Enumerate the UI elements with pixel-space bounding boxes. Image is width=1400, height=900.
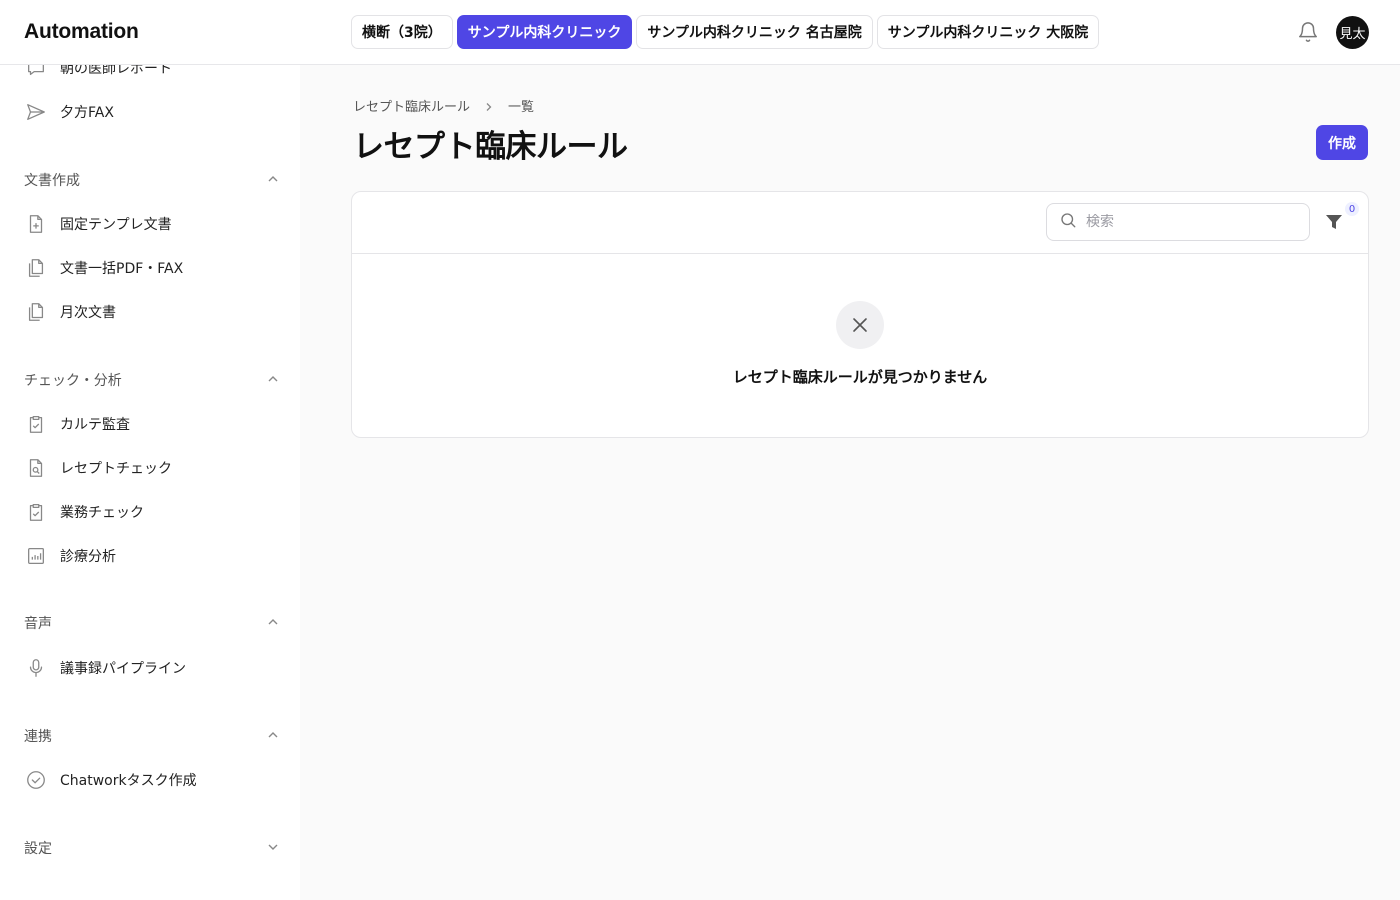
section-document-creation[interactable]: 文書作成: [24, 168, 280, 192]
clipboard-check-icon: [24, 500, 48, 524]
breadcrumb-current: 一覧: [508, 100, 535, 115]
tab-sample-clinic[interactable]: サンプル内科クリニック: [456, 15, 633, 49]
sidebar-item-label: 夕方FAX: [60, 105, 114, 121]
file-plus-icon: [24, 212, 48, 236]
search-input[interactable]: [1086, 214, 1286, 230]
empty-state-message: レセプト臨床ルールが見つかりません: [732, 368, 988, 386]
sidebar-item-evening-fax[interactable]: 夕方FAX: [24, 97, 284, 127]
breadcrumb: レセプト臨床ルール 一覧: [353, 96, 534, 115]
sidebar-item-label: カルテ監査: [60, 417, 130, 433]
chevron-up-icon: [266, 614, 280, 633]
sidebar-item-monthly-doc[interactable]: 月次文書: [24, 297, 284, 327]
chevron-down-icon: [266, 839, 280, 858]
section-label: 連携: [24, 729, 52, 745]
files-icon: [24, 256, 48, 280]
section-label: 文書作成: [24, 173, 80, 189]
section-integration[interactable]: 連携: [24, 724, 280, 748]
section-settings[interactable]: 設定: [24, 836, 280, 860]
sidebar-item-minutes-pipeline[interactable]: 議事録パイプライン: [24, 653, 284, 683]
sidebar-item-chart-audit[interactable]: カルテ監査: [24, 409, 284, 439]
sidebar-item-label: 業務チェック: [60, 505, 144, 521]
tab-cross-clinic[interactable]: 横断（3院）: [351, 15, 453, 49]
chevron-right-icon: [484, 101, 494, 111]
sidebar-item-label: 診療分析: [60, 549, 116, 565]
brand-logo[interactable]: Automation: [24, 20, 139, 44]
chevron-up-icon: [266, 171, 280, 190]
sidebar-item-work-check[interactable]: 業務チェック: [24, 497, 284, 527]
bell-icon[interactable]: [1297, 21, 1319, 43]
sidebar-item-morning-report[interactable]: 朝の医師レポート: [24, 65, 284, 83]
microphone-icon: [24, 656, 48, 680]
section-label: 音声: [24, 616, 52, 632]
section-label: 設定: [24, 841, 52, 857]
section-label: チェック・分析: [24, 373, 122, 389]
sidebar: 朝の医師レポート 夕方FAX 文書作成 固定テンプレ文書 文書一括PDF・FAX…: [0, 65, 300, 900]
file-search-icon: [24, 456, 48, 480]
filter-count-badge: 0: [1345, 202, 1359, 216]
sidebar-item-label: 文書一括PDF・FAX: [60, 261, 184, 277]
rules-list-card: 0 レセプト臨床ルールが見つかりません: [351, 191, 1369, 438]
sidebar-item-label: 議事録パイプライン: [60, 661, 186, 677]
section-check-analysis[interactable]: チェック・分析: [24, 368, 280, 392]
list-toolbar: 0: [352, 192, 1368, 254]
breadcrumb-link[interactable]: レセプト臨床ルール: [353, 96, 470, 115]
chat-bubble-icon: [24, 65, 48, 80]
check-circle-icon: [24, 768, 48, 792]
chevron-up-icon: [266, 371, 280, 390]
tab-osaka-clinic[interactable]: サンプル内科クリニック 大阪院: [876, 15, 1100, 49]
sidebar-item-label: レセプトチェック: [60, 461, 172, 477]
sidebar-item-chatwork-task[interactable]: Chatworkタスク作成: [24, 765, 284, 795]
sidebar-item-fixed-template[interactable]: 固定テンプレ文書: [24, 209, 284, 239]
clinic-tabs: 横断（3院） サンプル内科クリニック サンプル内科クリニック 名古屋院 サンプル…: [351, 15, 1100, 49]
bar-chart-icon: [24, 544, 48, 568]
create-button[interactable]: 作成: [1316, 125, 1368, 160]
sidebar-item-receipt-check[interactable]: レセプトチェック: [24, 453, 284, 483]
sidebar-item-medical-analysis[interactable]: 診療分析: [24, 541, 284, 571]
files-icon: [24, 300, 48, 324]
sidebar-item-label: 固定テンプレ文書: [60, 217, 172, 233]
top-header: Automation 横断（3院） サンプル内科クリニック サンプル内科クリニッ…: [0, 0, 1400, 65]
page-title: レセプト臨床ルール: [353, 129, 628, 165]
sidebar-item-label: 月次文書: [60, 305, 116, 321]
close-icon: [836, 301, 884, 349]
sidebar-item-label: Chatworkタスク作成: [60, 773, 197, 789]
clipboard-check-icon: [24, 412, 48, 436]
send-icon: [24, 100, 48, 124]
section-voice[interactable]: 音声: [24, 611, 280, 635]
filter-icon[interactable]: [1324, 212, 1344, 232]
search-box[interactable]: [1046, 203, 1310, 241]
chevron-up-icon: [266, 727, 280, 746]
tab-nagoya-clinic[interactable]: サンプル内科クリニック 名古屋院: [636, 15, 873, 49]
search-icon: [1059, 211, 1077, 233]
avatar[interactable]: 見太: [1336, 16, 1369, 49]
sidebar-item-bulk-pdf-fax[interactable]: 文書一括PDF・FAX: [24, 253, 284, 283]
sidebar-item-label: 朝の医師レポート: [60, 65, 172, 77]
